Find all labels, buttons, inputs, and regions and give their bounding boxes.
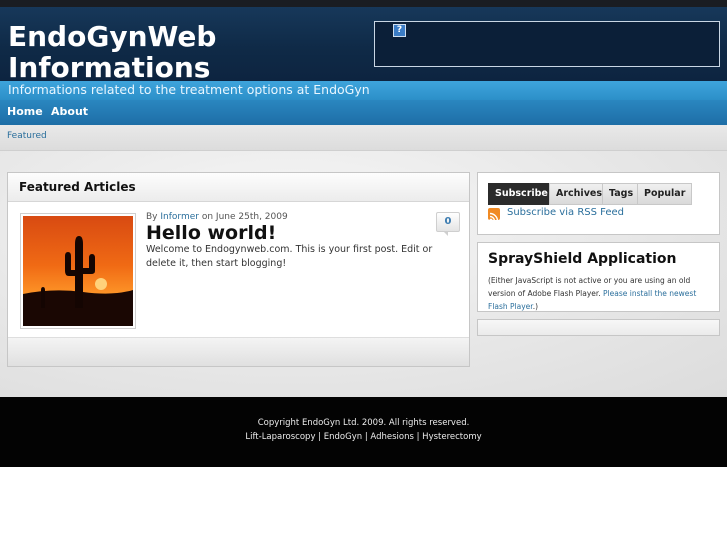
footer-link-adhesions[interactable]: Adhesions (370, 432, 413, 442)
featured-panel-footer (8, 337, 469, 366)
sidebar-tabs-box: Subscribe Archives Tags Popular Subscrib… (477, 172, 720, 235)
copyright-text: Copyright EndoGyn Ltd. 2009. All rights … (257, 418, 470, 428)
post-meta: By Informer on June 25th, 2009 (146, 212, 288, 222)
tab-archives[interactable]: Archives (549, 183, 609, 205)
site-footer: Copyright EndoGyn Ltd. 2009. All rights … (0, 397, 727, 467)
footer-link-lift-laparoscopy[interactable]: Lift-Laparoscopy (245, 432, 315, 442)
site-title-line2[interactable]: Informations (8, 52, 338, 83)
post-date: on June 25th, 2009 (201, 212, 288, 222)
site-title[interactable]: EndoGynWeb Informations (8, 21, 338, 83)
rss-feed-link[interactable]: Subscribe via RSS Feed (507, 207, 624, 218)
sprayshield-title: SprayShield Application (488, 251, 677, 267)
comment-count-badge[interactable]: 0 (436, 212, 460, 236)
post-thumbnail[interactable] (20, 213, 136, 329)
broken-image-icon: ? (393, 24, 406, 37)
sprayshield-widget: SprayShield Application (Either JavaScri… (477, 242, 720, 312)
banner-ad-placeholder[interactable]: ? (374, 21, 720, 67)
flash-notice: (Either JavaScript is not active or you … (488, 274, 716, 313)
tab-subscribe[interactable]: Subscribe (488, 183, 555, 205)
nav-about[interactable]: About (51, 105, 88, 118)
footer-link-hysterectomy[interactable]: Hysterectomy (422, 432, 481, 442)
empty-sidebar-widget (477, 319, 720, 336)
breadcrumb-bar: Featured (0, 125, 727, 151)
rss-icon[interactable] (488, 208, 500, 222)
tab-tags[interactable]: Tags (602, 183, 641, 205)
post-title[interactable]: Hello world! (146, 222, 276, 244)
top-strip (0, 0, 727, 7)
site-title-line1[interactable]: EndoGynWeb (8, 21, 338, 52)
site-tagline: Informations related to the treatment op… (8, 82, 370, 97)
breadcrumb[interactable]: Featured (7, 131, 47, 141)
footer-separator: | (413, 432, 423, 442)
post-meta-by: By (146, 212, 158, 222)
footer-links: Lift-Laparoscopy | EndoGyn | Adhesions |… (0, 432, 727, 442)
sunset-cactus-image (23, 216, 133, 326)
tagline-band: Informations related to the treatment op… (0, 81, 727, 100)
post-excerpt: Welcome to Endogynweb.com. This is your … (146, 244, 433, 269)
main-nav: Home About (0, 100, 727, 125)
footer-link-endogyn[interactable]: EndoGyn (324, 432, 362, 442)
featured-articles-panel: Featured Articles By Informer on June 25… (7, 172, 470, 367)
nav-home[interactable]: Home (7, 105, 43, 118)
tab-popular[interactable]: Popular (637, 183, 693, 205)
featured-panel-header: Featured Articles (8, 173, 469, 202)
footer-separator: | (315, 432, 324, 442)
flash-notice-end: .) (532, 302, 539, 311)
post-author-link[interactable]: Informer (160, 212, 199, 222)
featured-panel-title: Featured Articles (19, 180, 136, 194)
